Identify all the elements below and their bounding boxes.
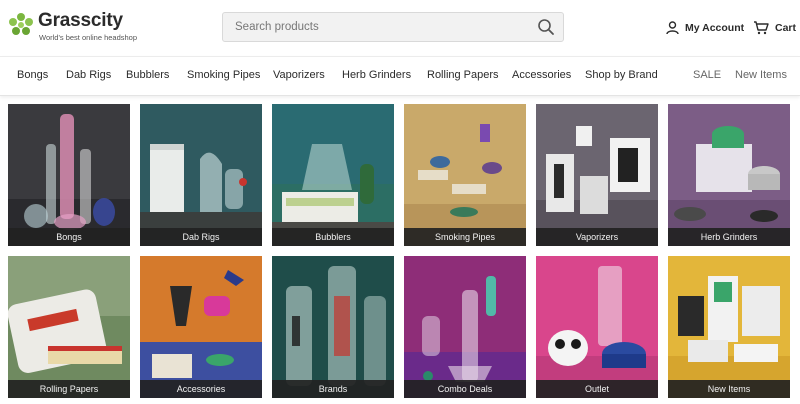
cart-link[interactable]: Cart <box>753 19 796 37</box>
site-header: Grasscity World's best online headshop M… <box>0 0 800 56</box>
category-label: New Items <box>668 380 790 398</box>
category-label: Combo Deals <box>404 380 526 398</box>
account-label: My Account <box>685 22 745 34</box>
accessories-photo <box>140 256 262 398</box>
brand-logo[interactable]: Grasscity World's best online headshop <box>8 10 138 44</box>
nav-item-new-items[interactable]: New Items <box>735 69 787 81</box>
category-label: Bongs <box>8 228 130 246</box>
brand-name: Grasscity <box>38 10 123 31</box>
category-tile-brands[interactable]: Brands <box>272 256 394 398</box>
nav-item-bongs[interactable]: Bongs <box>17 69 48 81</box>
nav-item-bubblers[interactable]: Bubblers <box>126 69 169 81</box>
nav-item-dab-rigs[interactable]: Dab Rigs <box>66 69 111 81</box>
outlet-photo <box>536 256 658 398</box>
new-items-photo <box>668 256 790 398</box>
nav-item-sale[interactable]: SALE <box>693 69 721 81</box>
category-tile-smoking-pipes[interactable]: Smoking Pipes <box>404 104 526 246</box>
category-tile-vaporizers[interactable]: Vaporizers <box>536 104 658 246</box>
category-label: Bubblers <box>272 228 394 246</box>
category-label: Brands <box>272 380 394 398</box>
brands-photo <box>272 256 394 398</box>
nav-item-smoking-pipes[interactable]: Smoking Pipes <box>187 69 260 81</box>
nav-item-accessories[interactable]: Accessories <box>512 69 571 81</box>
account-link[interactable]: My Account <box>666 19 744 37</box>
bongs-photo <box>8 104 130 246</box>
cart-icon <box>754 21 769 35</box>
leaf-logo-icon <box>9 13 33 35</box>
category-label: Dab Rigs <box>140 228 262 246</box>
nav-item-rolling-papers[interactable]: Rolling Papers <box>427 69 499 81</box>
search-bar <box>222 12 564 42</box>
category-tile-new-items[interactable]: New Items <box>668 256 790 398</box>
smoking-pipes-photo <box>404 104 526 246</box>
category-tile-accessories[interactable]: Accessories <box>140 256 262 398</box>
cart-label: Cart <box>775 22 797 34</box>
rolling-papers-photo <box>8 256 130 398</box>
bubblers-photo <box>272 104 394 246</box>
category-label: Rolling Papers <box>8 380 130 398</box>
category-tile-bongs[interactable]: Bongs <box>8 104 130 246</box>
category-label: Herb Grinders <box>668 228 790 246</box>
main-navigation: Bongs Dab Rigs Bubblers Smoking Pipes Va… <box>0 56 800 96</box>
search-icon[interactable] <box>537 18 555 36</box>
category-label: Smoking Pipes <box>404 228 526 246</box>
nav-item-shop-by-brand[interactable]: Shop by Brand <box>585 69 658 81</box>
user-icon <box>666 21 679 35</box>
category-tile-dab-rigs[interactable]: Dab Rigs <box>140 104 262 246</box>
category-tile-bubblers[interactable]: Bubblers <box>272 104 394 246</box>
category-tile-herb-grinders[interactable]: Herb Grinders <box>668 104 790 246</box>
category-label: Vaporizers <box>536 228 658 246</box>
nav-item-herb-grinders[interactable]: Herb Grinders <box>342 69 411 81</box>
nav-item-vaporizers[interactable]: Vaporizers <box>273 69 325 81</box>
category-tile-combo-deals[interactable]: Combo Deals <box>404 256 526 398</box>
category-tile-rolling-papers[interactable]: Rolling Papers <box>8 256 130 398</box>
herb-grinders-photo <box>668 104 790 246</box>
category-tile-outlet[interactable]: Outlet <box>536 256 658 398</box>
dab-rigs-photo <box>140 104 262 246</box>
category-label: Accessories <box>140 380 262 398</box>
category-label: Outlet <box>536 380 658 398</box>
brand-tagline: World's best online headshop <box>39 33 138 42</box>
vaporizers-photo <box>536 104 658 246</box>
search-input[interactable] <box>223 13 533 41</box>
combo-deals-photo <box>404 256 526 398</box>
